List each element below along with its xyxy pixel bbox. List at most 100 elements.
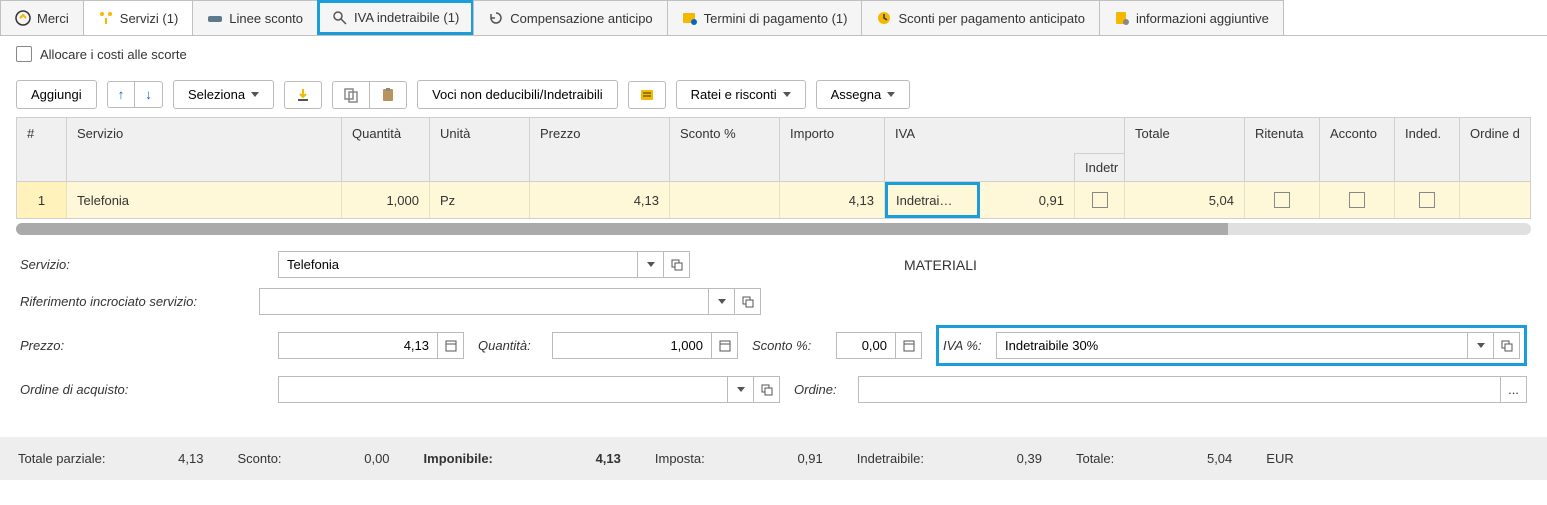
ordine-acquisto-input[interactable] xyxy=(278,376,728,403)
indetr-checkbox[interactable] xyxy=(1092,192,1108,208)
col-iva[interactable]: IVA Indetr xyxy=(885,118,1125,181)
imponibile-value: 4,13 xyxy=(511,451,621,466)
cell-acconto[interactable] xyxy=(1320,182,1395,218)
import-button[interactable] xyxy=(284,81,322,109)
services-icon xyxy=(98,10,114,26)
select-button[interactable]: Seleziona xyxy=(173,80,274,109)
servizio-dropdown[interactable] xyxy=(638,251,664,278)
col-sconto[interactable]: Sconto % xyxy=(670,118,780,181)
col-prezzo[interactable]: Prezzo xyxy=(530,118,670,181)
iva-highlighted-group: IVA %: xyxy=(936,325,1527,366)
iva-input[interactable] xyxy=(996,332,1468,359)
cell-ordine[interactable] xyxy=(1460,182,1530,218)
discount-icon xyxy=(207,10,223,26)
indeb-checkbox[interactable] xyxy=(1419,192,1435,208)
prezzo-input[interactable] xyxy=(278,332,438,359)
cell-indetr[interactable] xyxy=(1075,182,1125,218)
riferimento-input[interactable] xyxy=(259,288,709,315)
tab-iva-indetraibile[interactable]: IVA indetraibile (1) xyxy=(317,0,474,35)
acconto-checkbox[interactable] xyxy=(1349,192,1365,208)
riferimento-dropdown[interactable] xyxy=(709,288,735,315)
iva-open[interactable] xyxy=(1494,332,1520,359)
col-acconto[interactable]: Acconto xyxy=(1320,118,1395,181)
open-icon xyxy=(761,384,773,396)
tab-label: Compensazione anticipo xyxy=(510,11,652,26)
col-quantita[interactable]: Quantità xyxy=(342,118,430,181)
caret-down-icon xyxy=(647,262,655,267)
col-num[interactable]: # xyxy=(17,118,67,181)
materiali-label: MATERIALI xyxy=(904,257,977,273)
cell-unita[interactable]: Pz xyxy=(430,182,530,218)
quantita-calc[interactable] xyxy=(712,332,738,359)
table-row[interactable]: 1 Telefonia 1,000 Pz 4,13 4,13 Indetrai…… xyxy=(17,182,1530,218)
cell-servizio[interactable]: Telefonia xyxy=(67,182,342,218)
col-totale[interactable]: Totale xyxy=(1125,118,1245,181)
open-icon xyxy=(1501,340,1513,352)
cell-ritenuta[interactable] xyxy=(1245,182,1320,218)
tab-compensazione[interactable]: Compensazione anticipo xyxy=(473,0,667,35)
quantita-input[interactable] xyxy=(552,332,712,359)
paste-icon xyxy=(380,87,396,103)
voci-button[interactable]: Voci non deducibili/Indetraibili xyxy=(417,80,618,109)
detail-button[interactable] xyxy=(628,81,666,109)
ordine-acquisto-label: Ordine di acquisto: xyxy=(20,382,160,397)
riferimento-open[interactable] xyxy=(735,288,761,315)
info-icon xyxy=(1114,10,1130,26)
col-importo[interactable]: Importo xyxy=(780,118,885,181)
cell-prezzo[interactable]: 4,13 xyxy=(530,182,670,218)
copy-button[interactable] xyxy=(332,81,369,109)
tab-sconti-anticipato[interactable]: Sconti per pagamento anticipato xyxy=(861,0,1099,35)
cell-quantita[interactable]: 1,000 xyxy=(342,182,430,218)
col-iva-label: IVA xyxy=(895,126,915,141)
cell-importo[interactable]: 4,13 xyxy=(780,182,885,218)
detail-icon xyxy=(639,87,655,103)
payment-terms-icon xyxy=(682,10,698,26)
col-indeb[interactable]: Inded. xyxy=(1395,118,1460,181)
col-servizio[interactable]: Servizio xyxy=(67,118,342,181)
ratei-label: Ratei e risconti xyxy=(691,87,777,102)
ratei-button[interactable]: Ratei e risconti xyxy=(676,80,806,109)
col-ritenuta[interactable]: Ritenuta xyxy=(1245,118,1320,181)
tab-info-aggiuntive[interactable]: informazioni aggiuntive xyxy=(1099,0,1284,35)
prezzo-calc[interactable] xyxy=(438,332,464,359)
col-indetr[interactable]: Indetr xyxy=(1074,153,1124,181)
assegna-button[interactable]: Assegna xyxy=(816,80,911,109)
servizio-input[interactable] xyxy=(278,251,638,278)
horizontal-scrollbar[interactable] xyxy=(16,223,1531,235)
cell-num: 1 xyxy=(17,182,67,218)
detail-form: Servizio: MATERIALI Riferimento incrocia… xyxy=(0,247,1547,417)
cell-totale[interactable]: 5,04 xyxy=(1125,182,1245,218)
servizio-label: Servizio: xyxy=(20,257,110,272)
iva-dropdown[interactable] xyxy=(1468,332,1494,359)
sconto-input[interactable] xyxy=(836,332,896,359)
parziale-label: Totale parziale: xyxy=(18,451,105,466)
move-down-button[interactable]: ↓ xyxy=(134,81,163,108)
tab-linee-sconto[interactable]: Linee sconto xyxy=(192,0,318,35)
ordine-input[interactable] xyxy=(858,376,1501,403)
cell-indeb[interactable] xyxy=(1395,182,1460,218)
assegna-label: Assegna xyxy=(831,87,882,102)
col-unita[interactable]: Unità xyxy=(430,118,530,181)
caret-down-icon xyxy=(737,387,745,392)
cell-iva[interactable]: Indetrai… xyxy=(885,182,980,218)
cell-iva2[interactable]: 0,91 xyxy=(980,182,1075,218)
tab-servizi[interactable]: Servizi (1) xyxy=(83,0,194,35)
col-ordine[interactable]: Ordine d xyxy=(1460,118,1530,181)
tab-merci[interactable]: Merci xyxy=(0,0,84,35)
move-up-button[interactable]: ↑ xyxy=(107,81,135,108)
paste-button[interactable] xyxy=(369,81,407,109)
ordine-acquisto-open[interactable] xyxy=(754,376,780,403)
allocate-checkbox[interactable] xyxy=(16,46,32,62)
tab-bar: Merci Servizi (1) Linee sconto IVA indet… xyxy=(0,0,1547,36)
ordine-acquisto-dropdown[interactable] xyxy=(728,376,754,403)
iva-label: IVA %: xyxy=(943,338,988,353)
ordine-more[interactable]: ... xyxy=(1501,376,1527,403)
imposta-label: Imposta: xyxy=(655,451,705,466)
add-button[interactable]: Aggiungi xyxy=(16,80,97,109)
select-label: Seleziona xyxy=(188,87,245,102)
tab-termini-pagamento[interactable]: Termini di pagamento (1) xyxy=(667,0,863,35)
cell-sconto[interactable] xyxy=(670,182,780,218)
servizio-open[interactable] xyxy=(664,251,690,278)
sconto-calc[interactable] xyxy=(896,332,922,359)
ritenuta-checkbox[interactable] xyxy=(1274,192,1290,208)
